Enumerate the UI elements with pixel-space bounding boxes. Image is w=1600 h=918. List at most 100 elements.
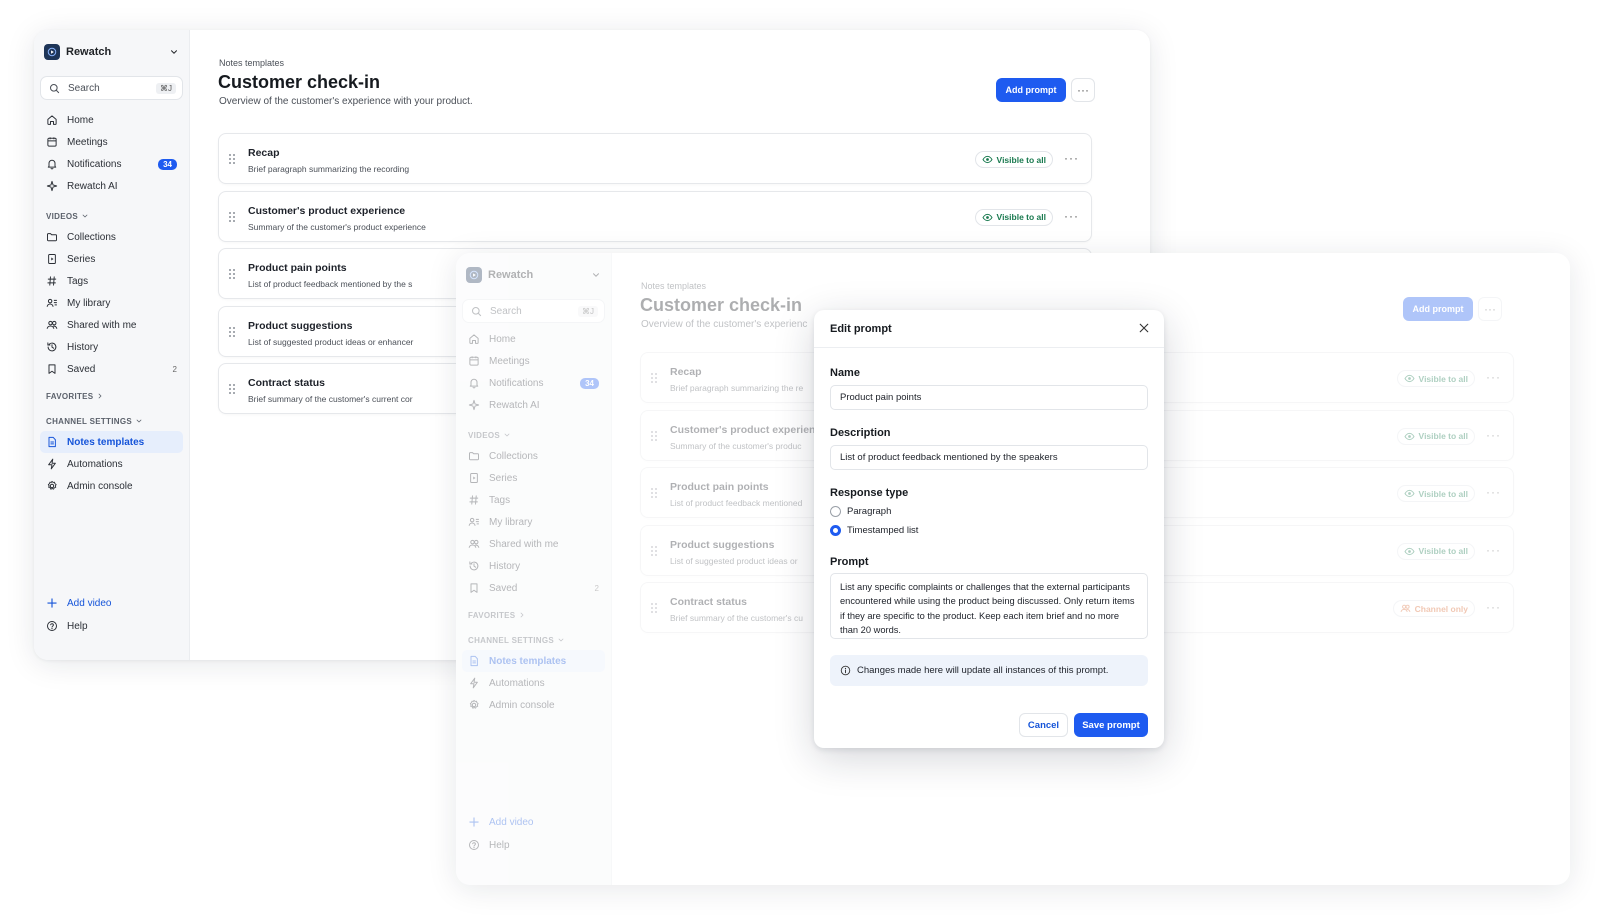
videos-section-header: VIDEOS — [462, 425, 605, 445]
sidebar-item-notes-templates[interactable]: Notes templates — [40, 431, 183, 453]
calendar-icon — [468, 355, 480, 367]
search-box[interactable]: Search ⌘J — [40, 76, 183, 100]
breadcrumb[interactable]: Notes templates — [219, 58, 284, 68]
breadcrumb: Notes templates — [641, 281, 707, 291]
help-button[interactable]: Help — [40, 615, 183, 637]
prompt-title: Product pain points — [248, 262, 347, 274]
sidebar-item-admin-console[interactable]: Admin console — [40, 475, 183, 497]
drag-handle-icon[interactable] — [228, 383, 236, 395]
more-options-button[interactable]: ··· — [1071, 78, 1095, 102]
search-icon — [471, 306, 482, 317]
drag-handle-icon[interactable] — [228, 326, 236, 338]
prompt-title: Product suggestions — [670, 538, 775, 551]
sidebar-item-collections: Collections — [462, 445, 605, 467]
page-title: Customer check-in — [640, 295, 803, 315]
radio-paragraph[interactable]: Paragraph — [830, 506, 891, 517]
sidebar-item-rewatch-ai: Rewatch AI — [462, 394, 605, 416]
sidebar-item-series[interactable]: Series — [40, 248, 183, 270]
sidebar: Rewatch Search ⌘J Home Meetings Notifica… — [456, 253, 612, 885]
sparkle-icon — [468, 399, 480, 411]
prompt-title: Product pain points — [670, 481, 769, 493]
prompt-description: List of suggested product ideas or — [670, 555, 798, 566]
radio-label: Timestamped list — [847, 525, 919, 536]
drag-handle-icon[interactable] — [228, 268, 236, 280]
help-icon — [468, 839, 480, 851]
name-input[interactable] — [830, 385, 1148, 410]
rewatch-logo-icon — [44, 44, 60, 60]
library-icon — [468, 516, 480, 528]
sidebar-item-home[interactable]: Home — [40, 109, 183, 131]
cancel-button[interactable]: Cancel — [1019, 713, 1068, 737]
users-icon — [46, 319, 58, 331]
sidebar-item-collections[interactable]: Collections — [40, 226, 183, 248]
channel-nav: CHANNEL SETTINGS Notes templates Automat… — [462, 630, 605, 716]
sidebar-item-automations[interactable]: Automations — [40, 453, 183, 475]
visibility-badge[interactable]: Visible to all — [974, 151, 1053, 168]
prompt-description: Brief summary of the customer's cu — [670, 613, 803, 623]
sidebar-item-tags[interactable]: Tags — [40, 270, 183, 292]
radio-timestamped-list[interactable]: Timestamped list — [830, 525, 918, 536]
series-icon — [46, 253, 58, 265]
channel-settings-section-header[interactable]: CHANNEL SETTINGS — [40, 411, 183, 431]
sidebar-item-meetings[interactable]: Meetings — [40, 131, 183, 153]
sidebar-item-notifications[interactable]: Notifications 34 — [40, 153, 183, 175]
prompt-more-button[interactable]: ··· — [1064, 151, 1079, 165]
chevron-down-icon — [557, 636, 565, 644]
prompt-more-button: ··· — [1486, 370, 1501, 384]
drag-handle-icon[interactable] — [228, 153, 236, 165]
close-icon[interactable] — [1138, 322, 1150, 334]
prompt-title: Contract status — [670, 596, 748, 608]
primary-nav: Home Meetings Notifications 34 Rewatch AI — [462, 328, 605, 416]
prompt-title: Recap — [670, 366, 702, 378]
sidebar-item-history[interactable]: History — [40, 336, 183, 358]
prompt-description: List of product feedback mentioned — [670, 498, 803, 508]
page-title: Customer check-in — [218, 72, 381, 92]
add-video-button[interactable]: Add video — [40, 592, 183, 614]
prompt-more-button: ··· — [1486, 542, 1501, 557]
response-type-label: Response type — [830, 487, 909, 499]
eye-icon — [1404, 546, 1415, 557]
sidebar-item-my-library[interactable]: My library — [40, 292, 183, 314]
sidebar-item-rewatch-ai[interactable]: Rewatch AI — [40, 175, 183, 197]
drag-handle-icon — [650, 602, 658, 614]
sidebar-item-admin-console: Admin console — [462, 694, 605, 716]
prompt-title: Product suggestions — [248, 319, 353, 332]
drag-handle-icon — [650, 545, 658, 557]
sidebar-item-my-library: My library — [462, 511, 605, 533]
prompt-label: Prompt — [830, 556, 869, 568]
hash-icon — [46, 275, 58, 287]
prompt-card[interactable]: Customer's product experience Summary of… — [218, 190, 1092, 242]
prompt-description: Brief paragraph summarizing the recordin… — [248, 164, 410, 174]
folder-icon — [46, 231, 58, 243]
save-prompt-button[interactable]: Save prompt — [1074, 713, 1148, 737]
sidebar-item-tags: Tags — [462, 489, 605, 511]
videos-section-header[interactable]: VIDEOS — [40, 206, 183, 226]
sidebar-item-shared-with-me[interactable]: Shared with me — [40, 314, 183, 336]
prompt-card[interactable]: Recap Brief paragraph summarizing the re… — [218, 133, 1092, 184]
chevron-right-icon — [96, 392, 104, 400]
series-icon — [468, 472, 480, 484]
visibility-badge[interactable]: Visible to all — [974, 208, 1053, 226]
prompt-title: Customer's product experienc — [670, 423, 822, 436]
radio-circle[interactable] — [830, 506, 841, 517]
bottom-nav: Add video Help — [40, 592, 183, 637]
info-icon — [840, 665, 851, 676]
sidebar-item-saved[interactable]: Saved 2 — [40, 358, 183, 380]
plus-icon — [468, 816, 480, 828]
primary-nav: Home Meetings Notifications 34 Rewatch AI — [40, 109, 183, 197]
prompt-more-button[interactable]: ··· — [1064, 209, 1079, 223]
dialog-header: Edit prompt — [814, 310, 1164, 348]
workspace-switcher[interactable]: Rewatch — [44, 44, 179, 60]
drag-handle-icon[interactable] — [228, 211, 236, 223]
radio-circle-selected[interactable] — [830, 525, 841, 536]
favorites-nav: FAVORITES — [462, 605, 605, 625]
info-text: Changes made here will update all instan… — [857, 665, 1109, 676]
description-input[interactable] — [830, 445, 1148, 470]
info-banner: Changes made here will update all instan… — [830, 655, 1148, 686]
prompt-textarea[interactable]: List any specific complaints or challeng… — [830, 573, 1148, 639]
folder-icon — [468, 450, 480, 462]
favorites-section-header[interactable]: FAVORITES — [40, 386, 183, 406]
edit-prompt-dialog: Edit prompt Name Description Response ty… — [814, 310, 1164, 748]
more-options-button: ··· — [1478, 297, 1502, 321]
add-prompt-button[interactable]: Add prompt — [996, 78, 1066, 102]
